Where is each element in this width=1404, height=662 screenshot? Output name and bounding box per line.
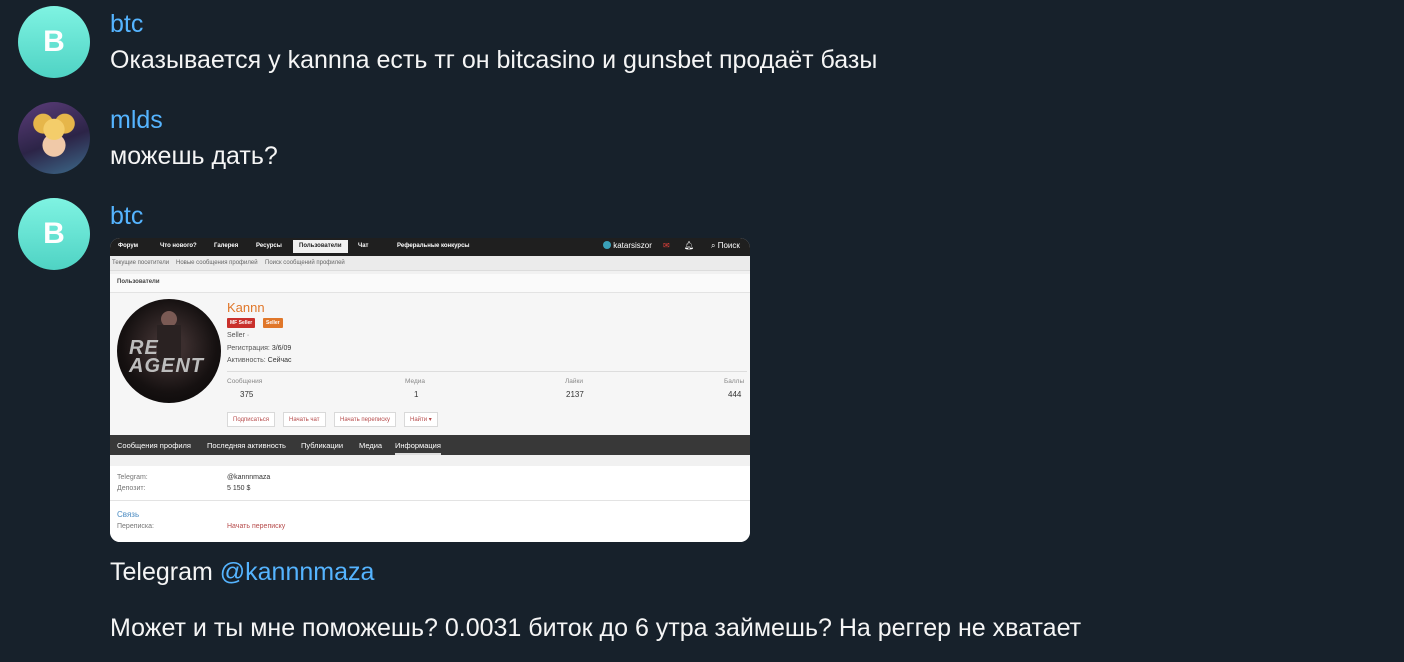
stat-label: Лайки <box>565 378 583 385</box>
profile-card: RE AGENT Kannn MF Seller Seller Seller · … <box>110 293 750 435</box>
search-link: ⌕ Поиск <box>711 241 740 250</box>
stat-value: 444 <box>728 390 742 399</box>
stat-label: Медиа <box>405 378 425 385</box>
message-text: Может и ты мне поможешь? 0.0031 биток до… <box>110 614 1082 642</box>
nav-item: Ресурсы <box>256 243 282 249</box>
info-label: Telegram: <box>117 474 148 481</box>
info-panel: Telegram: @kannnmaza Депозит: 5 150 $ Св… <box>110 466 750 542</box>
search-label: Поиск <box>717 241 740 250</box>
message-caption: Telegram @kannnmaza <box>110 558 374 587</box>
profile-tabs: Сообщения профиля Последняя активность П… <box>110 435 750 455</box>
user-link: katarsiszor <box>603 241 652 250</box>
sender-name[interactable]: btc <box>110 10 143 39</box>
attached-screenshot[interactable]: Форум Что нового? Галерея Ресурсы Пользо… <box>110 238 750 542</box>
profile-activity: Активность: Сейчас <box>227 357 292 364</box>
badge-seller: Seller <box>263 318 283 328</box>
tab-postings: Публикации <box>301 441 344 450</box>
message-text: Оказывается у kannna есть тг он bitcasin… <box>110 46 878 74</box>
profile-title: Seller · <box>227 332 250 339</box>
avatar-btc[interactable]: B <box>18 6 90 78</box>
user-avatar-icon <box>603 241 611 249</box>
bell-icon: 🔔︎ <box>684 241 695 250</box>
caption-text: Telegram <box>110 558 220 586</box>
avatar-text: RE AGENT <box>129 337 204 377</box>
avatar-btc[interactable]: B <box>18 198 90 270</box>
profile-registration: Регистрация: 3/6/09 <box>227 345 292 352</box>
sender-name[interactable]: mlds <box>110 106 163 135</box>
user-name: katarsiszor <box>613 241 652 250</box>
find-button: Найти ▾ <box>404 412 438 427</box>
profile-avatar: RE AGENT <box>117 299 221 403</box>
profile-name: Kannn <box>227 300 265 315</box>
follow-button: Подписаться <box>227 412 275 427</box>
tab-information: Информация <box>395 441 441 455</box>
message-text: можешь дать? <box>110 142 278 170</box>
tab-media: Медиа <box>359 441 383 450</box>
contact-heading: Связь <box>117 510 140 519</box>
forum-nav: Форум Что нового? Галерея Ресурсы Пользо… <box>110 238 750 256</box>
divider <box>110 500 750 501</box>
nav-item: Чат <box>358 243 369 249</box>
tab-profile-posts: Сообщения профиля <box>117 441 191 450</box>
stat-value: 2137 <box>566 390 584 399</box>
stat-label: Сообщения <box>227 378 263 385</box>
telegram-link[interactable]: @kannnmaza <box>220 558 375 586</box>
info-value: 5 150 $ <box>227 485 251 492</box>
avatar-mlds[interactable] <box>18 102 90 174</box>
badge-mf-seller: MF Seller <box>227 318 256 328</box>
stat-label: Баллы <box>724 378 745 385</box>
forum-subnav: Текущие посетители Новые сообщения профи… <box>110 256 750 271</box>
divider <box>227 371 747 372</box>
subnav-item: Поиск сообщений профилей <box>265 260 345 266</box>
nav-item: Галерея <box>214 243 239 249</box>
stat-value: 375 <box>240 390 254 399</box>
nav-item: Форум <box>118 243 139 249</box>
start-conversation-button: Начать переписку <box>334 412 396 427</box>
nav-item: Реферальные конкурсы <box>397 243 470 249</box>
nav-item-active: Пользователи <box>293 240 348 253</box>
nav-item: Что нового? <box>160 243 197 249</box>
info-label: Депозит: <box>117 485 146 492</box>
breadcrumb: Пользователи <box>110 274 750 293</box>
breadcrumb-label: Пользователи <box>117 279 160 285</box>
sender-name[interactable]: btc <box>110 202 143 231</box>
inbox-icon: ✉ <box>663 241 670 250</box>
start-chat-button: Начать чат <box>283 412 326 427</box>
info-value: Начать переписку <box>227 523 286 530</box>
tab-latest-activity: Последняя активность <box>207 441 286 450</box>
info-value: @kannnmaza <box>227 474 271 481</box>
stat-value: 1 <box>414 390 419 399</box>
subnav-item: Новые сообщения профилей <box>176 260 258 266</box>
info-label: Переписка: <box>117 523 154 530</box>
subnav-item: Текущие посетители <box>112 260 170 266</box>
